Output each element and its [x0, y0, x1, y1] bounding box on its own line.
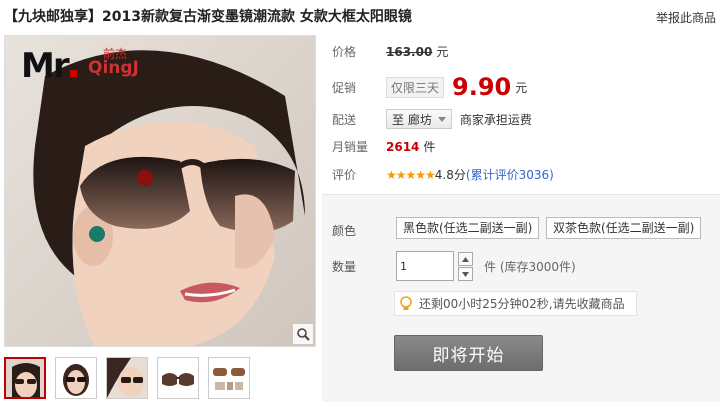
brand-logo-sub: QingJ: [88, 58, 139, 78]
countdown-text: 还剩00小时25分钟02秒,请先收藏商品: [419, 297, 625, 311]
quantity-increase-button[interactable]: [458, 252, 473, 266]
review-count-link[interactable]: (累计评价3036): [466, 166, 554, 183]
thumbnail-3[interactable]: [106, 357, 148, 399]
main-product-image[interactable]: Mr 前杰 QingJ: [4, 35, 316, 347]
purchase-panel: 颜色 黑色款(任选二副送一副) 双茶色款(任选二副送一副) 数量 1 件 (库存…: [322, 194, 720, 402]
report-item-link[interactable]: 举报此商品: [656, 9, 716, 26]
chevron-down-icon: [437, 116, 446, 122]
delivery-destination-select[interactable]: 至 廊坊: [386, 109, 452, 129]
promo-price: 9.90: [452, 73, 512, 101]
color-option-black[interactable]: 黑色款(任选二副送一副): [396, 217, 540, 239]
thumbnail-2[interactable]: [55, 357, 97, 399]
color-label: 颜色: [332, 224, 357, 238]
delivery-row: 配送 至 廊坊 商家承担运费: [332, 109, 532, 129]
sales-unit: 件: [423, 140, 436, 154]
product-title: 【九块邮独享】2013新款复古渐变墨镜潮流款 女款大框太阳眼镜: [4, 9, 412, 25]
original-price: 163.00: [386, 44, 433, 59]
delivery-label: 配送: [332, 112, 357, 127]
lightbulb-icon: [400, 295, 412, 310]
thumbnail-strip: [4, 357, 250, 399]
currency-unit: 元: [515, 80, 528, 95]
thumbnail-1[interactable]: [4, 357, 46, 399]
shipping-note: 商家承担运费: [459, 112, 532, 127]
thumbnail-4[interactable]: [157, 357, 199, 399]
brand-logo: Mr: [21, 46, 77, 86]
promo-row: 促销 仅限三天 9.90 元: [332, 73, 527, 101]
thumbnail-5[interactable]: [208, 357, 250, 399]
quantity-label: 数量: [332, 260, 357, 274]
price-label: 价格: [332, 45, 357, 59]
promo-badge: 仅限三天: [386, 76, 445, 98]
delivery-destination-value: 至 廊坊: [392, 112, 432, 127]
magnifier-icon[interactable]: [293, 324, 313, 344]
sales-count: 2614: [386, 139, 420, 154]
currency-unit: 元: [436, 45, 449, 59]
quantity-input[interactable]: 1: [396, 251, 454, 281]
rating-row: 评价 ★★★★★ 4.8分 (累计评价3036): [332, 166, 554, 183]
coming-soon-button[interactable]: 即将开始: [394, 335, 543, 371]
sales-label: 月销量: [332, 140, 369, 154]
color-option-tea[interactable]: 双茶色款(任选二副送一副): [546, 217, 702, 239]
rating-label: 评价: [332, 168, 357, 182]
rating-score: 4.8分: [434, 168, 466, 182]
countdown-notice: 还剩00小时25分钟02秒,请先收藏商品: [394, 291, 637, 316]
star-rating-icon: ★★★★★: [386, 167, 436, 182]
promo-label: 促销: [332, 80, 357, 95]
quantity-decrease-button[interactable]: [458, 267, 473, 281]
stock-info: 件 (库存3000件): [484, 260, 576, 274]
sales-row: 月销量 2614 件: [332, 138, 435, 155]
price-row: 价格 163.00 元: [332, 43, 448, 60]
